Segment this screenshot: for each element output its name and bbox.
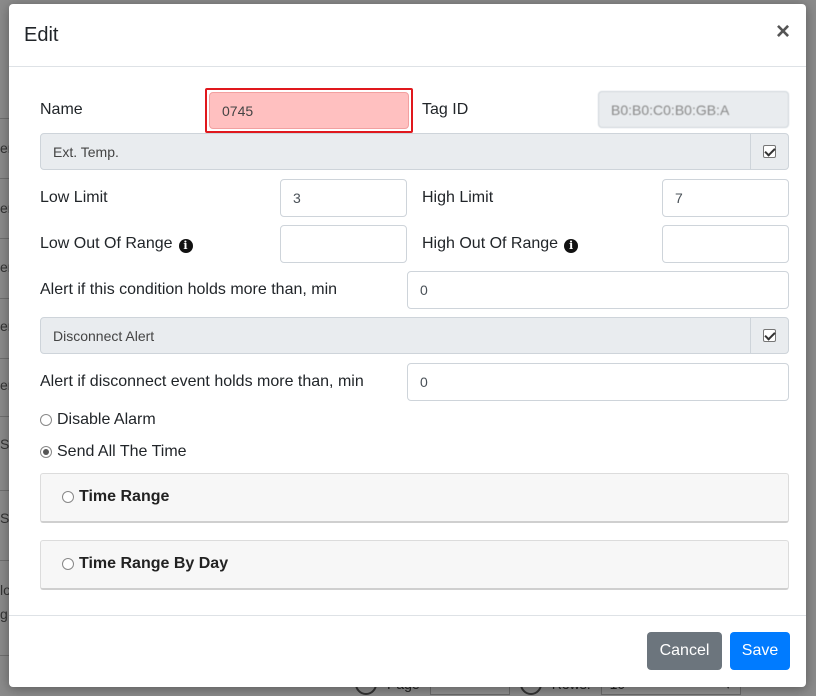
time-range-by-day-card[interactable]: Time Range By Day (40, 540, 789, 590)
time-range-card[interactable]: Time Range (40, 473, 789, 523)
disable-alarm-option[interactable]: Disable Alarm (40, 411, 156, 429)
sensor-checkbox[interactable] (763, 145, 776, 158)
sensor-bar-label: Ext. Temp. (53, 144, 119, 160)
sensor-bar: Ext. Temp. (40, 133, 789, 170)
low-limit-label: Low Limit (40, 189, 108, 206)
tag-id-label: Tag ID (422, 101, 469, 118)
low-limit-input[interactable] (280, 179, 407, 217)
low-out-of-range-label: Low Out Of Range i (40, 235, 193, 253)
cancel-button[interactable]: Cancel (647, 632, 722, 670)
time-range-label: Time Range (79, 488, 170, 505)
disconnect-bar-checkbox-cell (750, 318, 788, 353)
save-button[interactable]: Save (730, 632, 790, 670)
tag-id-input (598, 91, 789, 128)
disable-alarm-radio[interactable] (40, 414, 52, 426)
low-out-of-range-input[interactable] (280, 225, 407, 263)
disconnect-checkbox[interactable] (763, 329, 776, 342)
condition-alert-input[interactable] (407, 271, 789, 309)
modal-body: Name Tag ID Ext. Temp. Low Limit High Li… (9, 68, 806, 615)
info-icon[interactable]: i (564, 238, 579, 253)
high-limit-input[interactable] (662, 179, 789, 217)
close-icon[interactable]: × (776, 18, 790, 46)
disconnect-bar-label: Disconnect Alert (53, 328, 155, 344)
high-limit-label: High Limit (422, 189, 494, 206)
send-all-label: Send All The Time (57, 443, 187, 460)
high-out-of-range-label: High Out Of Range i (422, 235, 579, 253)
name-label: Name (40, 101, 83, 118)
disconnect-alert-input[interactable] (407, 363, 789, 401)
modal-footer: Cancel Save (9, 615, 806, 687)
edit-modal: Edit × Name Tag ID Ext. Temp. Low Limit … (9, 4, 806, 687)
time-range-by-day-radio[interactable] (62, 558, 74, 570)
disconnect-bar: Disconnect Alert (40, 317, 789, 354)
disable-alarm-label: Disable Alarm (57, 411, 156, 428)
high-out-of-range-input[interactable] (662, 225, 789, 263)
info-icon[interactable]: i (178, 238, 193, 253)
time-range-by-day-label: Time Range By Day (79, 555, 229, 572)
time-range-radio[interactable] (62, 491, 74, 503)
send-all-option[interactable]: Send All The Time (40, 443, 187, 461)
send-all-radio[interactable] (40, 446, 52, 458)
condition-alert-label: Alert if this condition holds more than,… (40, 281, 338, 298)
disconnect-alert-label: Alert if disconnect event holds more tha… (40, 373, 364, 390)
sensor-bar-checkbox-cell (750, 134, 788, 169)
modal-header: Edit × (9, 4, 806, 67)
modal-title: Edit (24, 24, 59, 46)
name-input[interactable] (209, 92, 409, 129)
